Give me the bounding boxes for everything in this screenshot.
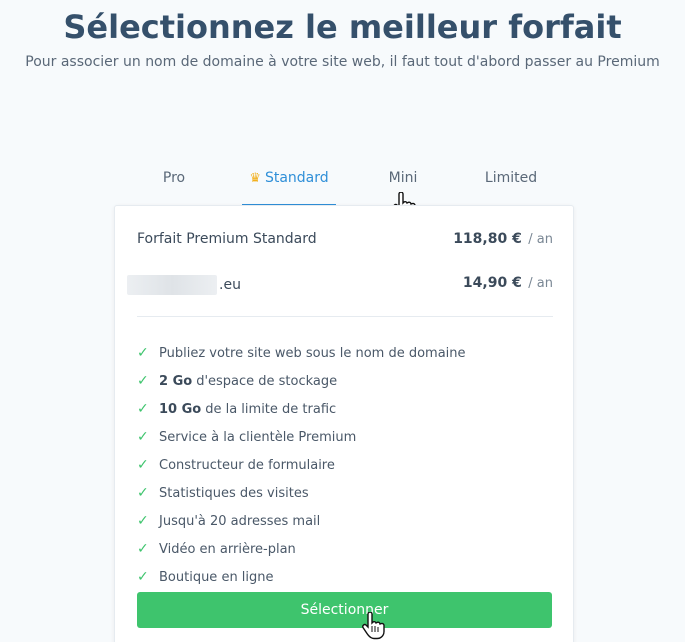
domain-suffix: .eu [219,277,241,293]
tab-standard[interactable]: ♛ Standard [242,170,336,206]
plan-price-value: 118,80 € [453,231,522,247]
list-item: ✓ 2 Go d'espace de stockage [137,373,338,389]
divider [137,316,553,317]
page-title: Sélectionnez le meilleur forfait [63,8,622,46]
feature-list: ✓ Publiez votre site web sous le nom de d… [137,339,553,591]
domain-price: 14,90 € / an [463,275,553,291]
check-icon: ✓ [137,429,149,445]
check-icon: ✓ [137,457,149,473]
check-icon: ✓ [137,401,149,417]
list-item: ✓ 10 Go de la limite de trafic [137,401,337,417]
select-button[interactable]: Sélectionner [137,592,552,628]
plan-price-period: / an [528,232,553,247]
plan-tabs: Pro ♛ Standard Mini Limited [128,160,558,206]
domain-price-period: / an [528,276,553,291]
tab-limited[interactable]: Limited [464,170,558,206]
plan-name: Forfait Premium Standard [137,231,317,247]
list-item: ✓ Statistiques des visites [137,485,309,501]
page-subtitle: Pour associer un nom de domaine à votre … [25,54,660,70]
domain-price-value: 14,90 € [462,275,522,291]
tab-label: Limited [484,170,538,186]
list-item: ✓ Service à la clientèle Premium [137,429,357,445]
list-item: ✓ Jusqu'à 20 adresses mail [137,513,321,529]
check-icon: ✓ [137,345,149,361]
plan-price: 118,80 € / an [453,231,553,247]
list-item: ✓ Vidéo en arrière-plan [137,541,296,557]
domain-name: .eu [127,275,241,295]
list-item: ✓ Publiez votre site web sous le nom de d… [137,345,466,361]
check-icon: ✓ [137,541,149,557]
crown-icon: ♛ [249,171,261,186]
tab-label: Pro [162,170,186,186]
tab-label: Mini [388,170,418,186]
check-icon: ✓ [137,373,149,389]
check-icon: ✓ [137,485,149,501]
plan-row: Forfait Premium Standard 118,80 € / an [137,231,553,253]
list-item: ✓ Boutique en ligne [137,569,274,585]
list-item: ✓ Constructeur de formulaire [137,457,335,473]
blurred-domain [127,275,217,295]
tab-label: Standard [264,170,329,186]
hand-cursor-icon [362,612,385,640]
check-icon: ✓ [137,513,149,529]
check-icon: ✓ [137,569,149,585]
domain-row: .eu 14,90 € / an [127,275,553,297]
tab-pro[interactable]: Pro [128,170,220,206]
plan-card: Forfait Premium Standard 118,80 € / an .… [114,205,574,642]
